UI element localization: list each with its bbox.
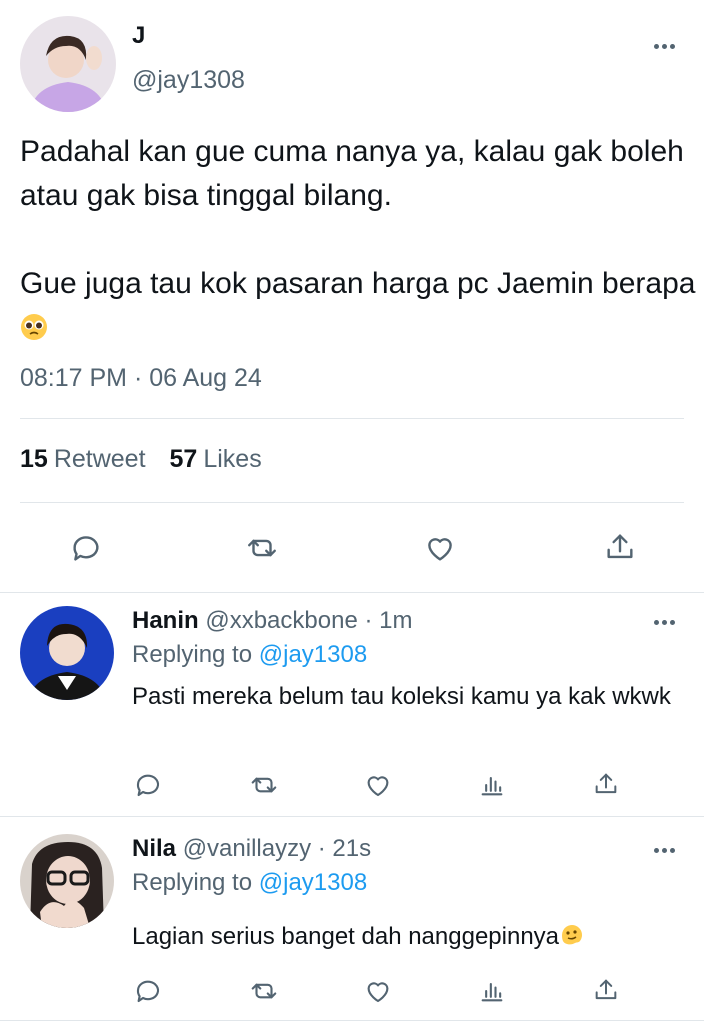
replying-to-mention[interactable]: @jay1308 [259, 869, 367, 896]
like-icon[interactable] [360, 974, 396, 1008]
reply-icon[interactable] [64, 528, 108, 568]
reply-author-handle[interactable]: @vanillayzy · 21s [183, 835, 371, 862]
share-icon[interactable] [588, 972, 624, 1008]
replying-to-label: Replying to [132, 641, 253, 668]
share-icon[interactable] [588, 766, 624, 802]
retweet-icon[interactable] [246, 768, 282, 802]
retweet-icon[interactable] [240, 528, 284, 568]
author-handle[interactable]: @jay1308 [132, 66, 245, 95]
tweet-stats: 15 Retweet 57 Likes [20, 445, 262, 474]
reply-header: Hanin @xxbackbone · 1m [132, 607, 412, 635]
reply-author-name[interactable]: Hanin [132, 607, 199, 634]
reply-icon[interactable] [130, 768, 166, 802]
more-options-icon[interactable] [654, 848, 675, 853]
replying-to-line: Replying to @jay1308 [132, 869, 367, 897]
likes-stat[interactable]: 57 Likes [170, 445, 262, 474]
share-icon[interactable] [598, 526, 642, 568]
like-icon[interactable] [418, 528, 462, 568]
retweet-stat[interactable]: 15 Retweet [20, 445, 146, 474]
likes-label: Likes [203, 445, 262, 473]
reply-text: Lagian serius banget dah nanggepinnya [132, 920, 692, 958]
replying-to-mention[interactable]: @jay1308 [259, 641, 367, 668]
reply-author-name[interactable]: Nila [132, 835, 176, 862]
like-icon[interactable] [360, 768, 396, 802]
more-options-icon[interactable] [654, 620, 675, 625]
divider [0, 816, 704, 817]
reply-avatar[interactable] [20, 606, 114, 700]
reply-icon[interactable] [130, 974, 166, 1008]
reply-header: Nila @vanillayzy · 21s [132, 835, 371, 863]
reply-avatar[interactable] [20, 834, 114, 928]
more-options-icon[interactable] [654, 44, 675, 49]
tweet-timestamp[interactable]: 08:17 PM · 06 Aug 24 [20, 364, 262, 393]
divider [0, 1020, 704, 1021]
melting-face-emoji-icon [559, 922, 585, 958]
author-name[interactable]: J [132, 22, 145, 50]
author-avatar[interactable] [20, 16, 116, 112]
replying-to-line: Replying to @jay1308 [132, 641, 367, 669]
tweet-text-paragraph-1: Padahal kan gue cuma nanya ya, kalau gak… [20, 135, 693, 212]
tweet-text-paragraph-2: Gue juga tau kok pasaran harga pc Jaemin… [20, 267, 696, 300]
pleading-face-emoji-icon [20, 310, 48, 354]
views-icon[interactable] [474, 974, 510, 1008]
replying-to-label: Replying to [132, 869, 253, 896]
retweet-count: 15 [20, 445, 48, 473]
reply-text: Pasti mereka belum tau koleksi kamu ya k… [132, 683, 671, 710]
retweet-icon[interactable] [246, 974, 282, 1008]
likes-count: 57 [169, 445, 198, 473]
reply-author-handle[interactable]: @xxbackbone · 1m [205, 607, 412, 634]
retweet-label: Retweet [53, 445, 146, 473]
views-icon[interactable] [474, 768, 510, 802]
reply-text-content: Lagian serius banget dah nanggepinnya [132, 923, 560, 950]
divider [20, 502, 684, 503]
divider [0, 592, 704, 593]
divider [20, 418, 684, 419]
tweet-text: Padahal kan gue cuma nanya ya, kalau gak… [20, 130, 696, 354]
